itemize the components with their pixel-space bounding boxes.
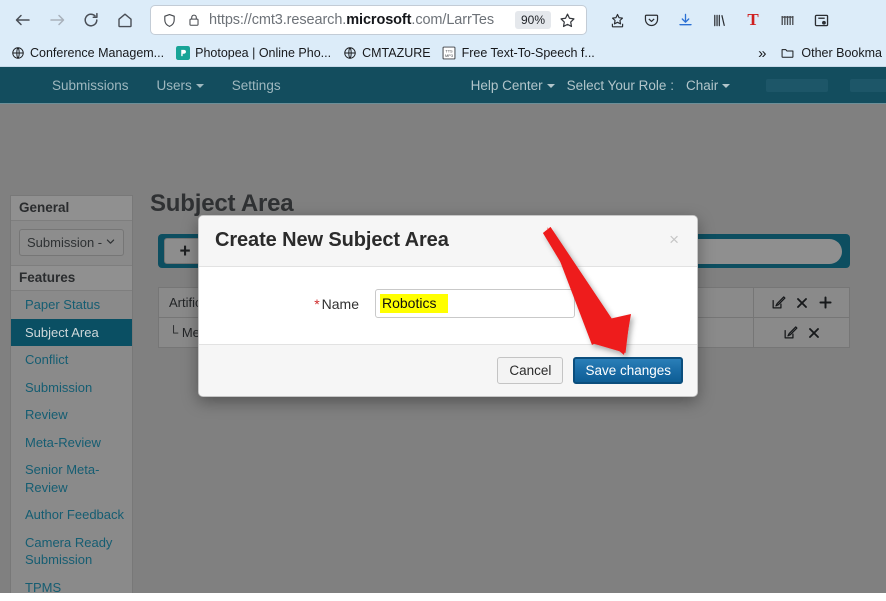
url-text[interactable]: https://cmt3.research.microsoft.com/Larr…	[206, 12, 511, 28]
url-suffix: .com/LarrTes	[411, 12, 494, 28]
lock-icon[interactable]	[182, 13, 206, 27]
home-icon[interactable]	[108, 5, 142, 35]
grid-extension-icon[interactable]	[771, 5, 803, 35]
create-subject-area-modal: Create New Subject Area × * Name Robotics…	[198, 215, 698, 397]
reload-icon[interactable]	[74, 5, 108, 35]
bookmark-item[interactable]: Conference Managem...	[6, 44, 171, 63]
bookmark-label: Free Text-To-Speech f...	[461, 46, 595, 60]
account-screenshot-icon[interactable]	[805, 5, 837, 35]
bookmark-item[interactable]: TTS MP3 Free Text-To-Speech f...	[438, 44, 602, 63]
back-icon[interactable]	[6, 5, 40, 35]
bookmarks-bar-right: » Other Bookma	[750, 44, 886, 63]
bookmark-star-icon[interactable]	[601, 5, 633, 35]
bookmark-label: Photopea | Online Pho...	[195, 46, 332, 60]
bookmark-item[interactable]: Photopea | Online Pho...	[171, 44, 338, 63]
other-bookmarks-label: Other Bookma	[801, 46, 882, 60]
browser-toolbar-icons: T	[593, 5, 837, 35]
globe-icon	[342, 46, 357, 61]
url-prefix: https://cmt3.research.	[209, 12, 347, 28]
name-input[interactable]: Robotics	[375, 289, 575, 318]
bookmark-label: CMTAZURE	[362, 46, 431, 60]
modal-backdrop: Create New Subject Area × * Name Robotics…	[0, 67, 886, 593]
star-outline-icon[interactable]	[555, 12, 580, 29]
bookmarks-bar: Conference Managem... Photopea | Online …	[0, 40, 886, 66]
name-field-label: * Name	[215, 296, 375, 312]
globe-icon	[10, 46, 25, 61]
name-input-value: Robotics	[380, 293, 449, 314]
text-to-speech-icon[interactable]: T	[737, 5, 769, 35]
folder-icon	[780, 46, 795, 61]
tts-icon: TTS MP3	[442, 46, 457, 61]
other-bookmarks-folder[interactable]: Other Bookma	[776, 44, 886, 63]
required-marker: *	[314, 295, 320, 312]
url-domain: microsoft	[346, 12, 412, 28]
cancel-button[interactable]: Cancel	[497, 357, 564, 384]
save-changes-button[interactable]: Save changes	[573, 357, 683, 384]
downloads-icon[interactable]	[669, 5, 701, 35]
zoom-level-badge[interactable]: 90%	[514, 11, 551, 29]
bookmark-label: Conference Managem...	[30, 46, 165, 60]
modal-body: * Name Robotics	[199, 267, 697, 344]
forward-icon[interactable]	[40, 5, 74, 35]
svg-text:MP3: MP3	[445, 54, 453, 58]
app-viewport: Submissions Users Settings Help Center S…	[0, 67, 886, 593]
browser-nav-toolbar: https://cmt3.research.microsoft.com/Larr…	[0, 0, 886, 40]
url-bar[interactable]: https://cmt3.research.microsoft.com/Larr…	[150, 5, 587, 35]
close-icon[interactable]: ×	[667, 229, 681, 250]
modal-header: Create New Subject Area ×	[199, 216, 697, 267]
browser-chrome: https://cmt3.research.microsoft.com/Larr…	[0, 0, 886, 67]
bookmark-item[interactable]: CMTAZURE	[338, 44, 438, 63]
pocket-icon[interactable]	[635, 5, 667, 35]
chevron-double-right-icon[interactable]: »	[750, 45, 774, 62]
modal-title: Create New Subject Area	[215, 229, 449, 251]
svg-text:TTS: TTS	[445, 49, 453, 53]
name-label-text: Name	[321, 295, 359, 312]
library-icon[interactable]	[703, 5, 735, 35]
shield-icon[interactable]	[157, 13, 182, 28]
modal-footer: Cancel Save changes	[199, 344, 697, 396]
photopea-icon	[175, 46, 190, 61]
